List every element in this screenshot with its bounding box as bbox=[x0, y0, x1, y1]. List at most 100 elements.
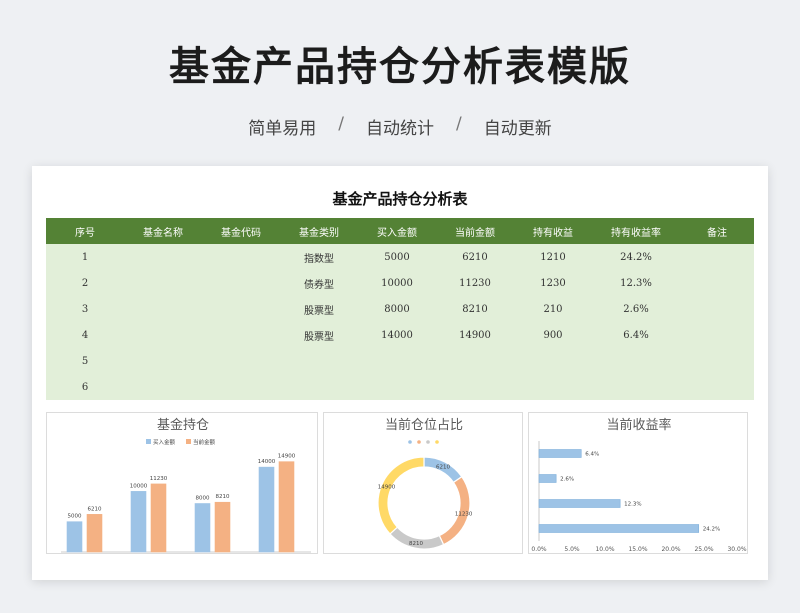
table-cell[interactable] bbox=[124, 270, 202, 296]
legend-dot bbox=[426, 440, 430, 444]
table-cell[interactable] bbox=[680, 244, 754, 270]
table-cell[interactable]: 债券型 bbox=[280, 270, 358, 296]
page-title: 基金产品持仓分析表模版 bbox=[169, 44, 631, 90]
data-label: 6210 bbox=[88, 506, 102, 512]
column-header: 基金代码 bbox=[221, 227, 261, 239]
table-cell[interactable] bbox=[202, 374, 280, 400]
bar-return-rate bbox=[538, 474, 557, 483]
table-cell[interactable] bbox=[280, 348, 358, 374]
table-cell[interactable] bbox=[358, 348, 436, 374]
table-cell[interactable] bbox=[514, 374, 592, 400]
table-cell[interactable]: 11230 bbox=[436, 270, 514, 296]
legend-swatch-current bbox=[186, 439, 191, 444]
table-cell[interactable]: 6.4% bbox=[592, 322, 680, 348]
table-row: 3 股票型 8000 8210 210 2.6% bbox=[46, 296, 754, 322]
donut-slice bbox=[377, 456, 425, 535]
bar-current bbox=[86, 514, 103, 553]
table-cell[interactable] bbox=[680, 322, 754, 348]
table-cell[interactable] bbox=[202, 244, 280, 270]
bar-buy bbox=[66, 521, 83, 553]
bar-buy bbox=[258, 466, 275, 553]
table-cell[interactable]: 1 bbox=[46, 244, 124, 270]
column-header: 买入金额 bbox=[377, 227, 417, 239]
table-cell[interactable] bbox=[592, 348, 680, 374]
legend-dot bbox=[408, 440, 412, 444]
data-label: 8000 bbox=[196, 496, 210, 502]
table-cell[interactable]: 1230 bbox=[514, 270, 592, 296]
tag-separator: / bbox=[456, 114, 462, 134]
table-cell[interactable]: 指数型 bbox=[280, 244, 358, 270]
table-row: 1 指数型 5000 6210 1210 24.2% bbox=[46, 244, 754, 270]
slice-label: 11230 bbox=[455, 512, 473, 518]
bar-current bbox=[150, 483, 167, 553]
table-cell[interactable]: 2.6% bbox=[592, 296, 680, 322]
table-cell[interactable]: 14000 bbox=[358, 322, 436, 348]
table-cell[interactable] bbox=[514, 348, 592, 374]
column-header: 当前金额 bbox=[455, 227, 495, 239]
table-cell[interactable] bbox=[436, 374, 514, 400]
slice-label: 6210 bbox=[436, 465, 450, 471]
data-label: 14000 bbox=[258, 459, 276, 465]
table-cell[interactable]: 5 bbox=[46, 348, 124, 374]
table-cell[interactable]: 1210 bbox=[514, 244, 592, 270]
position-share-chart: 当前仓位占比 6210 11230 8210 14900 bbox=[323, 412, 523, 554]
return-rate-chart: 当前收益率 24.2% 12.3% 2.6% 6.4% 0.0% 5.0% 10.0% 15.… bbox=[528, 412, 748, 554]
table-row: 5 bbox=[46, 348, 754, 374]
table-cell[interactable] bbox=[124, 244, 202, 270]
table-cell[interactable] bbox=[358, 374, 436, 400]
table-cell[interactable]: 6210 bbox=[436, 244, 514, 270]
table-cell[interactable]: 14900 bbox=[436, 322, 514, 348]
legend-swatch-buy bbox=[146, 439, 151, 444]
column-header: 序号 bbox=[75, 227, 95, 239]
table-cell[interactable] bbox=[202, 270, 280, 296]
table-cell[interactable]: 12.3% bbox=[592, 270, 680, 296]
table-cell[interactable] bbox=[436, 348, 514, 374]
x-tick-label: 20.0% bbox=[661, 546, 680, 553]
bar-return-rate bbox=[538, 499, 621, 508]
chart-title: 当前收益率 bbox=[606, 417, 671, 433]
table-cell[interactable]: 210 bbox=[514, 296, 592, 322]
table-cell[interactable] bbox=[680, 374, 754, 400]
tag-easy: 简单易用 bbox=[248, 119, 317, 139]
table-cell[interactable] bbox=[124, 374, 202, 400]
table-cell[interactable] bbox=[680, 270, 754, 296]
table-cell[interactable] bbox=[124, 348, 202, 374]
table-cell[interactable] bbox=[280, 374, 358, 400]
data-label: 8210 bbox=[216, 494, 230, 500]
table-cell[interactable] bbox=[124, 322, 202, 348]
tag-auto-stats: 自动统计 bbox=[366, 119, 434, 139]
table-cell[interactable]: 股票型 bbox=[280, 296, 358, 322]
legend-dot bbox=[417, 440, 421, 444]
column-header: 基金类别 bbox=[299, 227, 339, 239]
table-cell[interactable]: 8000 bbox=[358, 296, 436, 322]
x-tick-label: 0.0% bbox=[531, 546, 547, 553]
table-cell[interactable]: 3 bbox=[46, 296, 124, 322]
table-cell[interactable]: 8210 bbox=[436, 296, 514, 322]
column-header: 备注 bbox=[707, 227, 727, 239]
table-cell[interactable]: 24.2% bbox=[592, 244, 680, 270]
tag-auto-update: 自动更新 bbox=[483, 119, 552, 139]
table-cell[interactable]: 股票型 bbox=[280, 322, 358, 348]
table-cell[interactable]: 6 bbox=[46, 374, 124, 400]
data-label: 2.6% bbox=[560, 477, 574, 483]
position-share-chart-svg: 当前仓位占比 6210 11230 8210 14900 bbox=[377, 417, 473, 550]
table-cell[interactable]: 2 bbox=[46, 270, 124, 296]
x-tick-label: 15.0% bbox=[628, 546, 647, 553]
table-cell[interactable]: 4 bbox=[46, 322, 124, 348]
table-cell[interactable] bbox=[202, 322, 280, 348]
table-cell[interactable] bbox=[202, 348, 280, 374]
table-cell[interactable] bbox=[202, 296, 280, 322]
data-label: 5000 bbox=[68, 514, 82, 520]
table-cell[interactable]: 5000 bbox=[358, 244, 436, 270]
slice-label: 8210 bbox=[409, 541, 423, 547]
legend-label-buy: 买入金额 bbox=[153, 438, 176, 446]
data-label: 12.3% bbox=[624, 502, 641, 508]
bar-buy bbox=[194, 503, 211, 553]
table-cell[interactable]: 10000 bbox=[358, 270, 436, 296]
table-cell[interactable] bbox=[124, 296, 202, 322]
data-label: 24.2% bbox=[703, 527, 720, 533]
table-cell[interactable] bbox=[592, 374, 680, 400]
table-cell[interactable]: 900 bbox=[514, 322, 592, 348]
table-cell[interactable] bbox=[680, 348, 754, 374]
table-cell[interactable] bbox=[680, 296, 754, 322]
